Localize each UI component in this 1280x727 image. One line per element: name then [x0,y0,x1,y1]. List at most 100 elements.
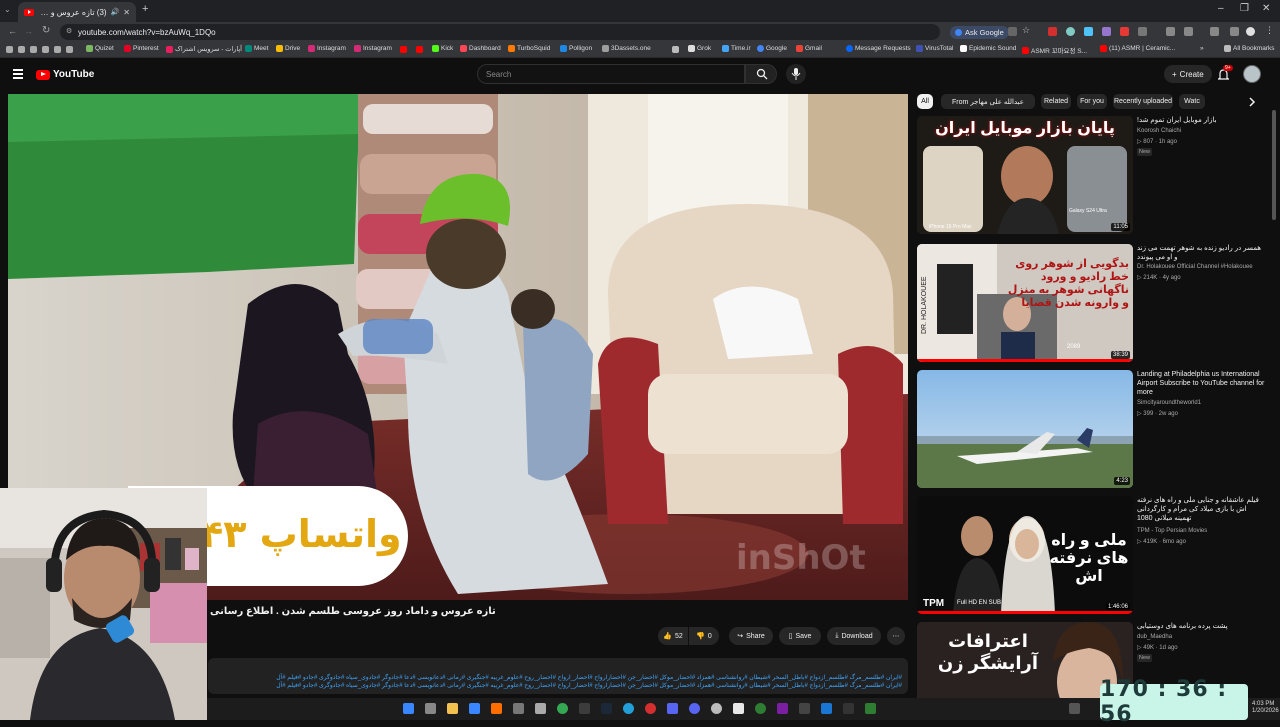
bookmark-instagram[interactable]: Instagram [308,45,346,52]
new-tab-button[interactable]: + [142,3,148,15]
bookmark-messages[interactable]: Message Requests [846,45,911,52]
app-discord-2-icon[interactable] [689,703,700,714]
bookmark-misc-icon[interactable] [672,46,679,53]
bookmark-meet[interactable]: Meet [245,45,268,52]
chips-next-arrow-icon[interactable] [1246,96,1258,108]
chip-related[interactable]: Related [1041,94,1071,109]
youtube-logo[interactable]: YouTube [36,69,94,80]
description-hashtags[interactable]: #ایران #طلسم_مرگ #طلسم_ازدواج #باطل_السح… [212,674,902,690]
bookmark-drive[interactable]: Drive [276,45,300,52]
create-button[interactable]: + Create [1164,65,1212,83]
thumbnail[interactable]: ملی و راه های نرفته اش TPM Full HD EN SU… [917,496,1133,614]
bookmark-icon-1[interactable] [18,46,25,53]
taskview-icon[interactable] [425,703,436,714]
recommendation-title[interactable]: Landing at Philadelphia us International… [1137,370,1265,397]
recommendation-title[interactable]: فیلم عاشقانه و جنایی ملی و راه های نرفته… [1137,496,1265,523]
app-blue-icon[interactable] [821,703,832,714]
bookmark-asmr[interactable]: ASMR 꼬마요정 S... [1022,45,1087,55]
hamburger-menu-icon[interactable] [13,69,23,79]
voice-search-button[interactable] [786,64,806,84]
recommendation-channel[interactable]: Koorosh Chaichi [1137,128,1181,134]
bookmark-instagram-2[interactable]: Instagram [354,45,392,52]
app-w-icon[interactable] [579,703,590,714]
search-taskbar-icon[interactable] [469,703,480,714]
extensions-puzzle-icon[interactable] [1138,27,1147,36]
chip-recently-uploaded[interactable]: Recently uploaded [1113,94,1173,109]
telegram-icon[interactable] [623,703,634,714]
more-actions-button[interactable]: ⋯ [887,627,905,645]
unity-icon[interactable] [799,703,810,714]
extension-gray2-icon[interactable] [1184,27,1193,36]
recommendation-channel[interactable]: dub_Maedha [1137,634,1172,640]
extension-circle-icon[interactable] [1066,27,1075,36]
bookmark-aparat[interactable]: آپارات - سرویس اشتراک [166,45,242,53]
chrome-menu-icon[interactable]: ⋮ [1265,25,1274,36]
bookmark-timeir[interactable]: Time.ir [722,45,751,52]
bookmark-epidemic[interactable]: Epidemic Sound [960,45,1016,52]
bookmark-kick[interactable]: Kick [432,45,453,52]
bookmark-quizet[interactable]: Quizet [86,45,114,52]
discord-icon[interactable] [667,703,678,714]
share-button[interactable]: ↪ Share [729,627,773,645]
reload-icon[interactable]: ↻ [42,25,50,36]
forward-arrow-icon[interactable]: → [24,26,33,36]
recommendation-item[interactable]: ملی و راه های نرفته اش TPM Full HD EN SU… [917,496,1267,614]
extension-red-icon[interactable] [1048,27,1057,36]
account-avatar[interactable] [1243,65,1261,83]
steam-icon[interactable] [601,703,612,714]
bookmark-icon-5[interactable] [66,46,73,53]
youtube-bookmark-icon[interactable] [400,46,407,53]
taskbar-clock[interactable]: 4:03 PM 1/20/2026 [1252,701,1279,715]
settings-gear-icon[interactable] [513,703,524,714]
download-button[interactable]: ⤓ Download [827,627,881,645]
bookmark-asmr-ceramic[interactable]: (11) ASMR | Ceramic... [1100,45,1175,52]
recommendation-title[interactable]: همسر در رادیو زنده به شوهر تهمت می زند و… [1137,244,1265,262]
recommendation-channel[interactable]: TPM - Top Persian Movies [1137,528,1207,534]
bookmark-icon-3[interactable] [42,46,49,53]
extension-purple-icon[interactable] [1102,27,1111,36]
extension-blue-icon[interactable] [1084,27,1093,36]
chip-from-channel[interactable]: From عبدالله علی مهاجر [941,94,1035,109]
bookmark-icon-2[interactable] [30,46,37,53]
youtube-bookmark-icon-2[interactable] [416,46,423,53]
chip-for-you[interactable]: For you [1077,94,1107,109]
bookmark-turbosquid[interactable]: TurboSquid [508,45,550,52]
windows-start-icon[interactable] [403,703,414,714]
thumbnail[interactable]: پایان بازار موبایل ایران Galaxy S24 Ultr… [917,116,1133,234]
apps-icon[interactable] [6,46,13,53]
bookmark-dashboard[interactable]: Dashboard [460,45,501,52]
video-description[interactable]: #ایران #طلسم_مرگ #طلسم_ازدواج #باطل_السح… [208,658,908,694]
tray-icon[interactable] [1069,703,1080,714]
recommendation-title[interactable]: بازار موبایل ایران تموم شد! [1137,116,1265,125]
ask-google-button[interactable]: Ask Google [950,26,1009,39]
url-field[interactable]: ⚙ youtube.com/watch?v=bzAuWq_1DQo [60,24,940,40]
search-button[interactable] [745,64,777,84]
app-orange-icon[interactable] [491,703,502,714]
app-dark-icon[interactable] [843,703,854,714]
bookmark-pinterest[interactable]: Pinterest [124,45,159,52]
bookmark-polligon[interactable]: Polligon [560,45,592,52]
like-button[interactable]: 👍 52 [658,627,688,645]
app-white-icon[interactable] [733,703,744,714]
bookmark-star-icon[interactable]: ☆ [1022,25,1030,36]
app-gray-icon[interactable] [535,703,546,714]
notifications-button[interactable]: 9+ [1216,65,1233,86]
app-circle-icon[interactable] [711,703,722,714]
app-red-icon[interactable] [645,703,656,714]
dislike-button[interactable]: 👎 0 [689,627,719,645]
download-icon[interactable] [1210,27,1219,36]
tab-search-icon[interactable]: ⌄ [4,5,11,14]
bookmark-3dassets[interactable]: 3Dassets.one [602,45,651,52]
app-green-icon[interactable] [755,703,766,714]
recommendation-item[interactable]: پایان بازار موبایل ایران Galaxy S24 Ultr… [917,116,1267,234]
chip-all[interactable]: All [917,94,933,109]
recommendation-channel[interactable]: Simcityaroundtheworld1 [1137,400,1201,406]
app-green2-icon[interactable] [865,703,876,714]
minimize-button[interactable]: – [1218,3,1224,14]
cast-icon[interactable] [1008,27,1017,36]
close-window-button[interactable]: ✕ [1262,3,1270,14]
bookmarks-overflow-icon[interactable]: » [1200,45,1204,52]
thumbnail[interactable]: 4:23 [917,370,1133,488]
tab-audio-icon[interactable]: 🔊 [111,8,120,16]
chip-watched[interactable]: Watc [1179,94,1205,109]
